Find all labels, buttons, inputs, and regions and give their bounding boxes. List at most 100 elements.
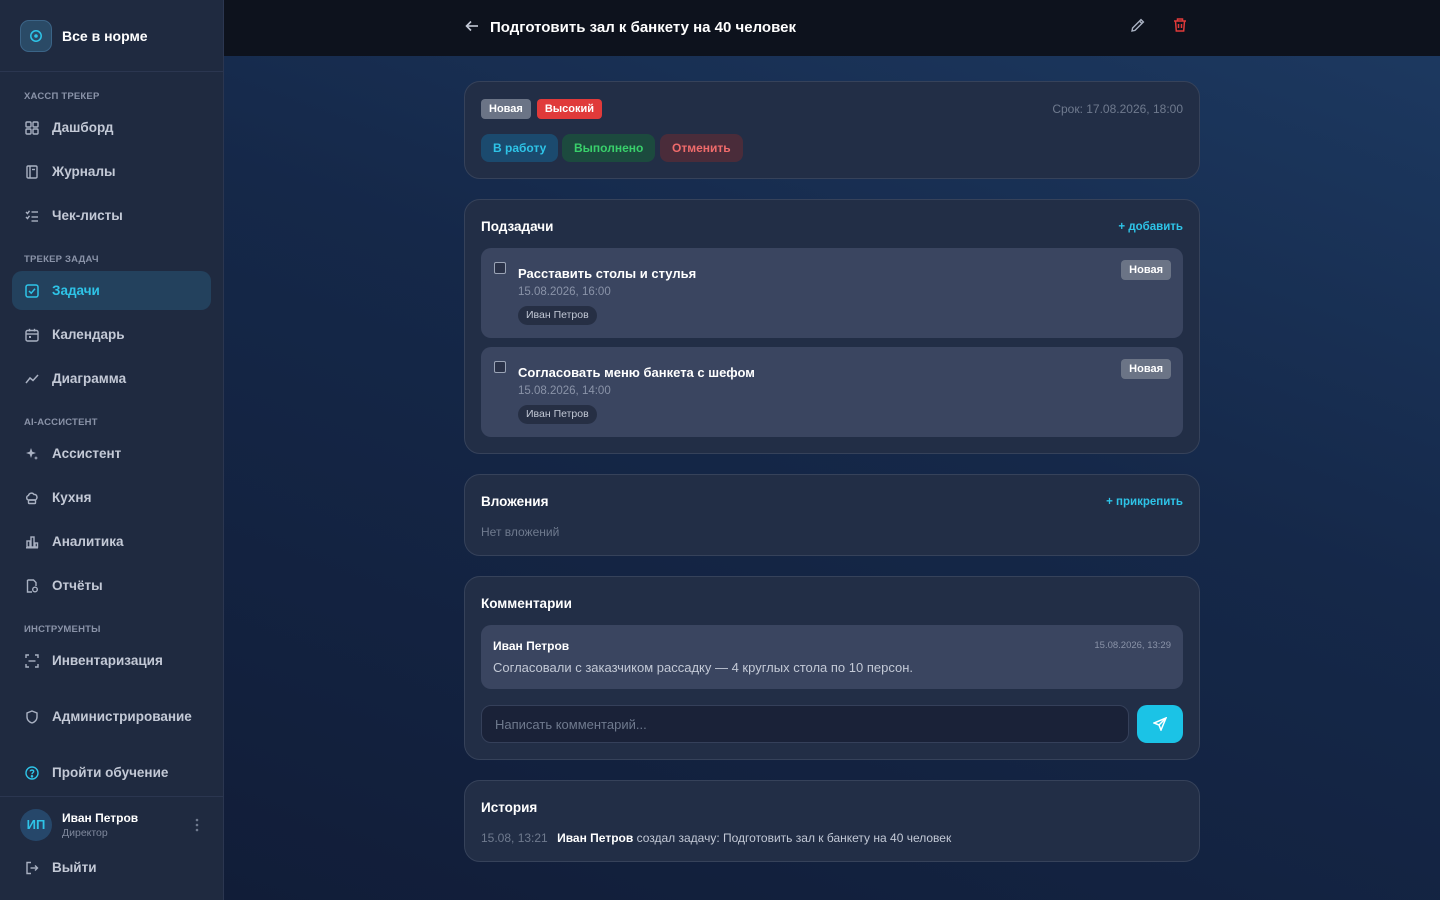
- task-check-icon: [24, 283, 40, 299]
- sidebar-item-label: Чек-листы: [52, 208, 123, 223]
- delete-button[interactable]: [1172, 17, 1192, 37]
- calendar-icon: [24, 327, 40, 343]
- complete-button[interactable]: Выполнено: [562, 134, 656, 162]
- subtask-assignee: Иван Петров: [518, 306, 597, 325]
- add-subtask-link[interactable]: + добавить: [1118, 221, 1183, 233]
- comments-card: Комментарии Иван Петров 15.08.2026, 13:2…: [464, 576, 1200, 760]
- status-badge: Новая: [481, 99, 531, 119]
- sidebar-item-label: Диаграмма: [52, 371, 127, 386]
- sidebar-item-label: Задачи: [52, 283, 100, 298]
- back-button[interactable]: [464, 18, 484, 38]
- subtask-assignee: Иван Петров: [518, 405, 597, 424]
- sidebar-item-assistant[interactable]: Ассистент: [12, 434, 211, 473]
- sidebar-item-tutorial[interactable]: Пройти обучение: [12, 753, 211, 792]
- deadline: Срок: 17.08.2026, 18:00: [1052, 102, 1183, 116]
- dashboard-icon: [24, 120, 40, 136]
- comments-title: Комментарии: [481, 596, 572, 611]
- sidebar-item-diagram[interactable]: Диаграмма: [12, 359, 211, 398]
- sidebar-item-inventory[interactable]: Инвентаризация: [12, 641, 211, 680]
- subtask-checkbox[interactable]: [494, 361, 506, 373]
- history-action: создал задачу: Подготовить зал к банкету…: [636, 831, 952, 845]
- edit-button[interactable]: [1130, 17, 1150, 37]
- history-title: История: [481, 800, 538, 815]
- sidebar-item-reports[interactable]: Отчёты: [12, 566, 211, 605]
- section-label-tasks: ТРЕКЕР ЗАДАЧ: [24, 254, 99, 265]
- attachments-empty-text: Нет вложений: [481, 525, 560, 539]
- help-icon: [24, 765, 40, 781]
- sidebar-item-admin[interactable]: Администрирование: [12, 697, 211, 736]
- subtask-title: Расставить столы и стулья: [518, 266, 697, 281]
- attach-file-link[interactable]: + прикрепить: [1106, 496, 1183, 508]
- send-comment-button[interactable]: [1137, 705, 1183, 743]
- comment-time: 15.08.2026, 13:29: [1094, 640, 1171, 651]
- history-time: 15.08, 13:21: [481, 831, 548, 845]
- section-label-haccp: ХАССП ТРЕКЕР: [24, 91, 100, 102]
- attachments-card: Вложения + прикрепить Нет вложений: [464, 474, 1200, 556]
- sidebar-item-label: Отчёты: [52, 578, 103, 593]
- send-icon: [1153, 717, 1167, 731]
- history-entry: 15.08, 13:21 Иван Петров создал задачу: …: [481, 831, 951, 845]
- logout-icon: [24, 860, 40, 876]
- scan-icon: [24, 653, 40, 669]
- avatar: ИП: [20, 808, 52, 841]
- logout-button[interactable]: Выйти: [12, 848, 211, 887]
- sidebar-item-journals[interactable]: Журналы: [12, 152, 211, 191]
- comment-text: Согласовали с заказчиком рассадку — 4 кр…: [493, 660, 913, 675]
- subtask-date: 15.08.2026, 16:00: [518, 286, 611, 298]
- comment-input[interactable]: [481, 705, 1129, 743]
- sidebar: Все в норме ХАССП ТРЕКЕР Дашборд Журналы…: [0, 0, 224, 900]
- sidebar-item-tasks[interactable]: Задачи: [12, 271, 211, 310]
- report-icon: [24, 578, 40, 594]
- task-status-card: Новая Высокий Срок: 17.08.2026, 18:00 В …: [464, 81, 1200, 179]
- sidebar-item-checklists[interactable]: Чек-листы: [12, 196, 211, 235]
- user-role: Директор: [62, 826, 108, 839]
- comment-item: Иван Петров 15.08.2026, 13:29 Согласовал…: [481, 625, 1183, 689]
- sidebar-item-label: Кухня: [52, 490, 92, 505]
- subtask-status-badge: Новая: [1121, 359, 1171, 379]
- logo-icon: [20, 19, 52, 52]
- subtask-checkbox[interactable]: [494, 262, 506, 274]
- sidebar-item-kitchen[interactable]: Кухня: [12, 478, 211, 517]
- priority-badge: Высокий: [536, 99, 603, 119]
- bar-chart-icon: [24, 534, 40, 550]
- sidebar-item-label: Журналы: [52, 164, 116, 179]
- brand-title: Все в норме: [62, 27, 148, 44]
- comment-author: Иван Петров: [493, 639, 570, 653]
- sidebar-item-analytics[interactable]: Аналитика: [12, 522, 211, 561]
- logout-label: Выйти: [52, 860, 97, 875]
- subtasks-card: Подзадачи + добавить Расставить столы и …: [464, 199, 1200, 454]
- brand[interactable]: Все в норме: [0, 0, 223, 72]
- pencil-icon: [1131, 18, 1145, 32]
- trash-icon: [1174, 18, 1186, 32]
- subtask-item[interactable]: Расставить столы и стулья 15.08.2026, 16…: [481, 248, 1183, 338]
- shield-icon: [24, 709, 40, 725]
- attachments-title: Вложения: [481, 494, 549, 509]
- sidebar-item-label: Календарь: [52, 327, 125, 342]
- start-work-button[interactable]: В работу: [481, 134, 559, 162]
- cancel-task-button[interactable]: Отменить: [660, 134, 743, 162]
- sidebar-item-label: Пройти обучение: [52, 765, 169, 780]
- chef-hat-icon: [24, 490, 40, 506]
- trend-line-icon: [24, 371, 40, 387]
- main-content: Подготовить зал к банкету на 40 человек …: [224, 0, 1440, 900]
- topbar: Подготовить зал к банкету на 40 человек: [224, 0, 1440, 56]
- page-title: Подготовить зал к банкету на 40 человек: [490, 19, 796, 36]
- more-options-icon[interactable]: [195, 817, 199, 833]
- arrow-left-icon: [465, 20, 478, 32]
- sidebar-item-label: Ассистент: [52, 446, 122, 461]
- sidebar-item-label: Аналитика: [52, 534, 124, 549]
- sidebar-item-label: Инвентаризация: [52, 653, 163, 668]
- history-user: Иван Петров: [557, 831, 634, 845]
- sidebar-item-label: Дашборд: [52, 120, 114, 135]
- sidebar-item-dashboard[interactable]: Дашборд: [12, 108, 211, 147]
- subtask-item[interactable]: Согласовать меню банкета с шефом 15.08.2…: [481, 347, 1183, 437]
- user-name: Иван Петров: [62, 810, 139, 825]
- subtask-title: Согласовать меню банкета с шефом: [518, 365, 755, 380]
- section-label-tools: ИНСТРУМЕНТЫ: [24, 624, 101, 635]
- subtask-date: 15.08.2026, 14:00: [518, 385, 611, 397]
- sidebar-item-calendar[interactable]: Календарь: [12, 315, 211, 354]
- history-card: История 15.08, 13:21 Иван Петров создал …: [464, 780, 1200, 862]
- section-label-ai: AI-АССИСТЕНТ: [24, 417, 98, 428]
- sidebar-item-label: Администрирование: [52, 709, 192, 724]
- user-profile[interactable]: ИП Иван Петров Директор: [0, 796, 223, 852]
